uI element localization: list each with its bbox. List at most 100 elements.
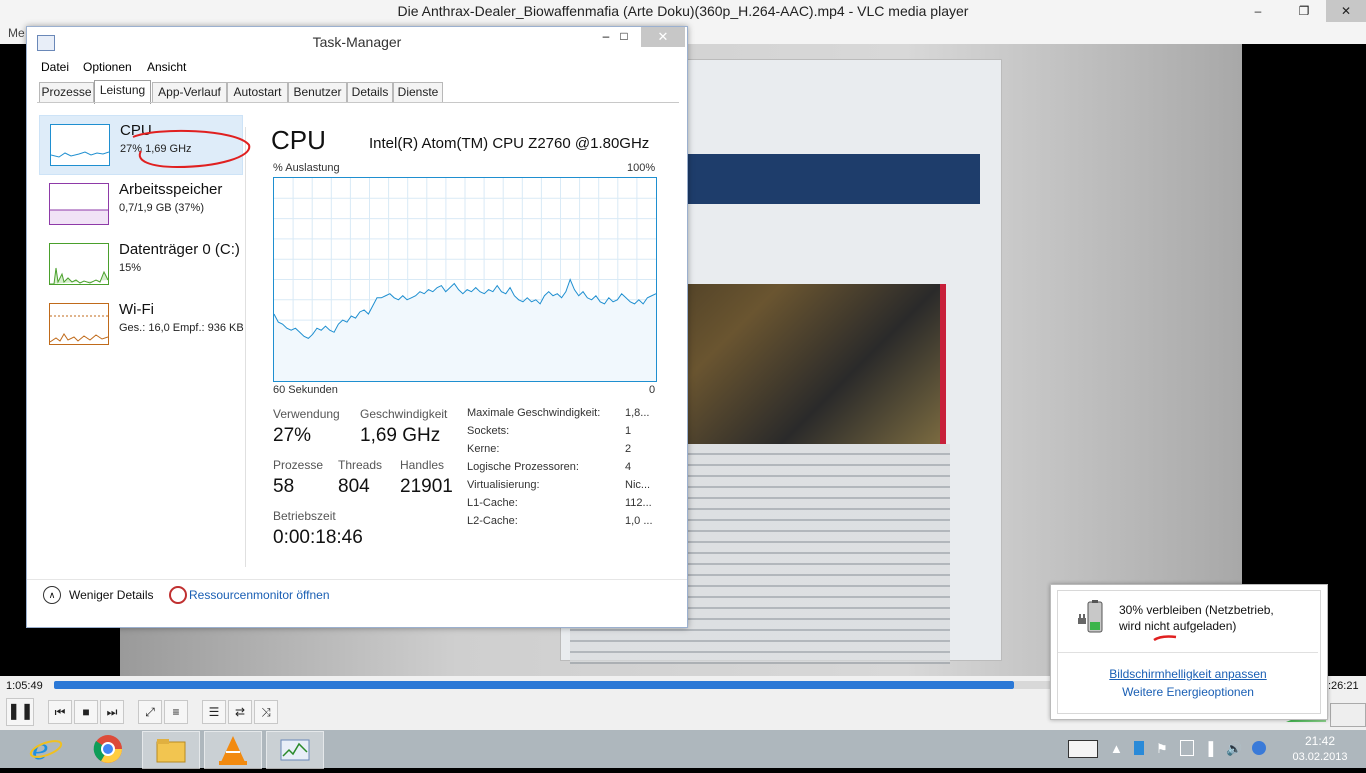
- vlc-title-bar[interactable]: Die Anthrax-Dealer_Biowaffenmafia (Arte …: [0, 0, 1366, 25]
- sidebar-memory-sub: 0,7/1,9 GB (37%): [119, 202, 204, 214]
- wifi-mini-graph: [49, 303, 109, 345]
- tab-autostart[interactable]: Autostart: [227, 82, 288, 102]
- menu-optionen[interactable]: Optionen: [83, 60, 132, 74]
- tm-title-text: Task-Manager: [312, 34, 402, 50]
- resource-monitor-icon[interactable]: [169, 586, 187, 604]
- taskbar-task-manager[interactable]: [266, 731, 324, 769]
- detail-key: L2-Cache:: [467, 515, 518, 527]
- tm-close-button[interactable]: ✕: [641, 27, 685, 47]
- vlc-menu-media[interactable]: Me: [8, 26, 25, 40]
- battery-plug-icon: [1078, 600, 1103, 633]
- detail-value: 1,8...: [625, 407, 650, 419]
- touch-keyboard-icon[interactable]: [1068, 740, 1098, 758]
- tab-details[interactable]: Details: [347, 82, 393, 102]
- show-hidden-icons-arrow[interactable]: ▲: [1110, 741, 1123, 756]
- sidebar-item-wifi[interactable]: Wi-Fi Ges.: 16,0 Empf.: 936 KB: [39, 295, 244, 353]
- battery-tray-icon[interactable]: [1180, 740, 1194, 756]
- shuffle-button[interactable]: ⤨: [254, 700, 278, 724]
- tab-prozesse[interactable]: Prozesse: [39, 82, 94, 102]
- tab-dienste[interactable]: Dienste: [393, 82, 443, 102]
- uptime-label: Betriebszeit: [273, 509, 336, 523]
- battery-separator: [1058, 652, 1318, 653]
- taskbar-vlc[interactable]: [204, 731, 262, 769]
- cpu-model: Intel(R) Atom(TM) CPU Z2760 @1.80GHz: [369, 135, 650, 152]
- sidebar-wifi-sub: Ges.: 16,0 Empf.: 936 KB: [119, 322, 244, 334]
- menu-datei[interactable]: Datei: [41, 60, 69, 74]
- chrome-icon: [93, 735, 122, 763]
- clock-date[interactable]: 03.02.2013: [1290, 751, 1350, 763]
- seek-bar-remaining[interactable]: [1014, 681, 1050, 689]
- cpu-usage-graph: [273, 177, 657, 382]
- folder-icon: [156, 739, 186, 763]
- playlist-button[interactable]: ☰: [202, 700, 226, 724]
- extended-settings-button[interactable]: ≡: [164, 700, 188, 724]
- speed-label: Geschwindigkeit: [360, 407, 448, 421]
- detail-key: Logische Prozessoren:: [467, 461, 579, 473]
- brightness-link[interactable]: Bildschirmhelligkeit anpassen: [1058, 667, 1318, 681]
- tab-divider: [37, 102, 679, 103]
- clock-time[interactable]: 21:42: [1290, 734, 1350, 748]
- sidebar-disk-title: Datenträger 0 (C:): [119, 241, 240, 258]
- detail-key: Virtualisierung:: [467, 479, 540, 491]
- disk-mini-graph-svg: [50, 267, 109, 285]
- elapsed-time: 1:05:49: [6, 680, 43, 692]
- detail-value: 112...: [625, 497, 652, 509]
- desktop-icon[interactable]: [1134, 741, 1144, 755]
- graph-time-start: 60 Sekunden: [273, 384, 338, 396]
- graph-y-label: % Auslastung: [273, 162, 340, 174]
- sidebar-memory-title: Arbeitsspeicher: [119, 181, 223, 198]
- stop-button[interactable]: ■: [74, 700, 98, 724]
- volume-tray-icon[interactable]: 🔊: [1226, 741, 1242, 757]
- less-details-button[interactable]: Weniger Details: [69, 588, 153, 602]
- wifi-mini-graph-svg: [49, 315, 109, 343]
- pause-button[interactable]: ❚❚: [6, 698, 34, 726]
- next-button[interactable]: ⏭: [100, 700, 124, 724]
- seek-bar[interactable]: [54, 681, 1014, 689]
- battery-status-line2: wird nicht aufgeladen): [1119, 619, 1237, 633]
- usage-value: 27%: [273, 425, 312, 446]
- sidebar-disk-sub: 15%: [119, 262, 142, 274]
- graph-max-label: 100%: [627, 162, 656, 174]
- network-signal-icon[interactable]: ▐: [1204, 741, 1213, 756]
- previous-button[interactable]: ⏮: [48, 700, 72, 724]
- speed-value: 1,69 GHz: [360, 425, 441, 446]
- loop-button[interactable]: ⇄: [228, 700, 252, 724]
- detail-value: 1,0 ...: [625, 515, 653, 527]
- threads-value: 804: [338, 476, 370, 497]
- disk-mini-graph: [49, 243, 109, 285]
- sidebar-item-memory[interactable]: Arbeitsspeicher 0,7/1,9 GB (37%): [39, 175, 241, 233]
- vlc-close-button[interactable]: ✕: [1326, 0, 1366, 22]
- tab-leistung[interactable]: Leistung: [94, 80, 151, 104]
- sidebar-item-disk[interactable]: Datenträger 0 (C:) 15%: [39, 235, 241, 293]
- chevron-up-icon[interactable]: ∧: [43, 586, 61, 604]
- resource-monitor-link[interactable]: Ressourcenmonitor öffnen: [189, 588, 330, 602]
- task-manager-window: Task-Manager – □ ✕ Datei Optionen Ansich…: [26, 26, 688, 628]
- handles-value: 21901: [400, 476, 453, 497]
- detail-value: 1: [625, 425, 632, 437]
- tm-maximize-button[interactable]: □: [611, 29, 637, 49]
- vlc-maximize-button[interactable]: ❐: [1282, 0, 1326, 22]
- volume-percent-box: [1330, 703, 1366, 727]
- detail-key: Sockets:: [467, 425, 510, 437]
- taskbar-file-explorer[interactable]: [142, 731, 200, 769]
- taskbar-chrome[interactable]: [80, 731, 136, 767]
- taskbar-internet-explorer[interactable]: e: [18, 731, 74, 767]
- vlc-minimize-button[interactable]: –: [1236, 0, 1280, 22]
- fullscreen-button[interactable]: ⤢: [138, 700, 162, 724]
- tab-app-verlauf[interactable]: App-Verlauf: [152, 82, 227, 102]
- power-options-link[interactable]: Weitere Energieoptionen: [1058, 685, 1318, 699]
- red-annotation-circle: [132, 129, 251, 169]
- processes-value: 58: [273, 476, 295, 497]
- action-center-flag-icon[interactable]: ⚑: [1156, 741, 1168, 757]
- cpu-mini-graph: [50, 124, 110, 166]
- dropbox-tray-icon[interactable]: [1252, 741, 1266, 755]
- memory-mini-graph: [49, 183, 109, 225]
- handles-label: Handles: [400, 458, 445, 472]
- red-annotation-underline: [1153, 635, 1177, 642]
- menu-ansicht[interactable]: Ansicht: [147, 60, 186, 74]
- vlc-title-text: Die Anthrax-Dealer_Biowaffenmafia (Arte …: [397, 3, 969, 19]
- tab-benutzer[interactable]: Benutzer: [288, 82, 347, 102]
- task-manager-icon: [280, 739, 310, 761]
- sidebar-wifi-title: Wi-Fi: [119, 301, 154, 318]
- battery-status-line1: 30% verbleiben (Netzbetrieb,: [1119, 603, 1274, 617]
